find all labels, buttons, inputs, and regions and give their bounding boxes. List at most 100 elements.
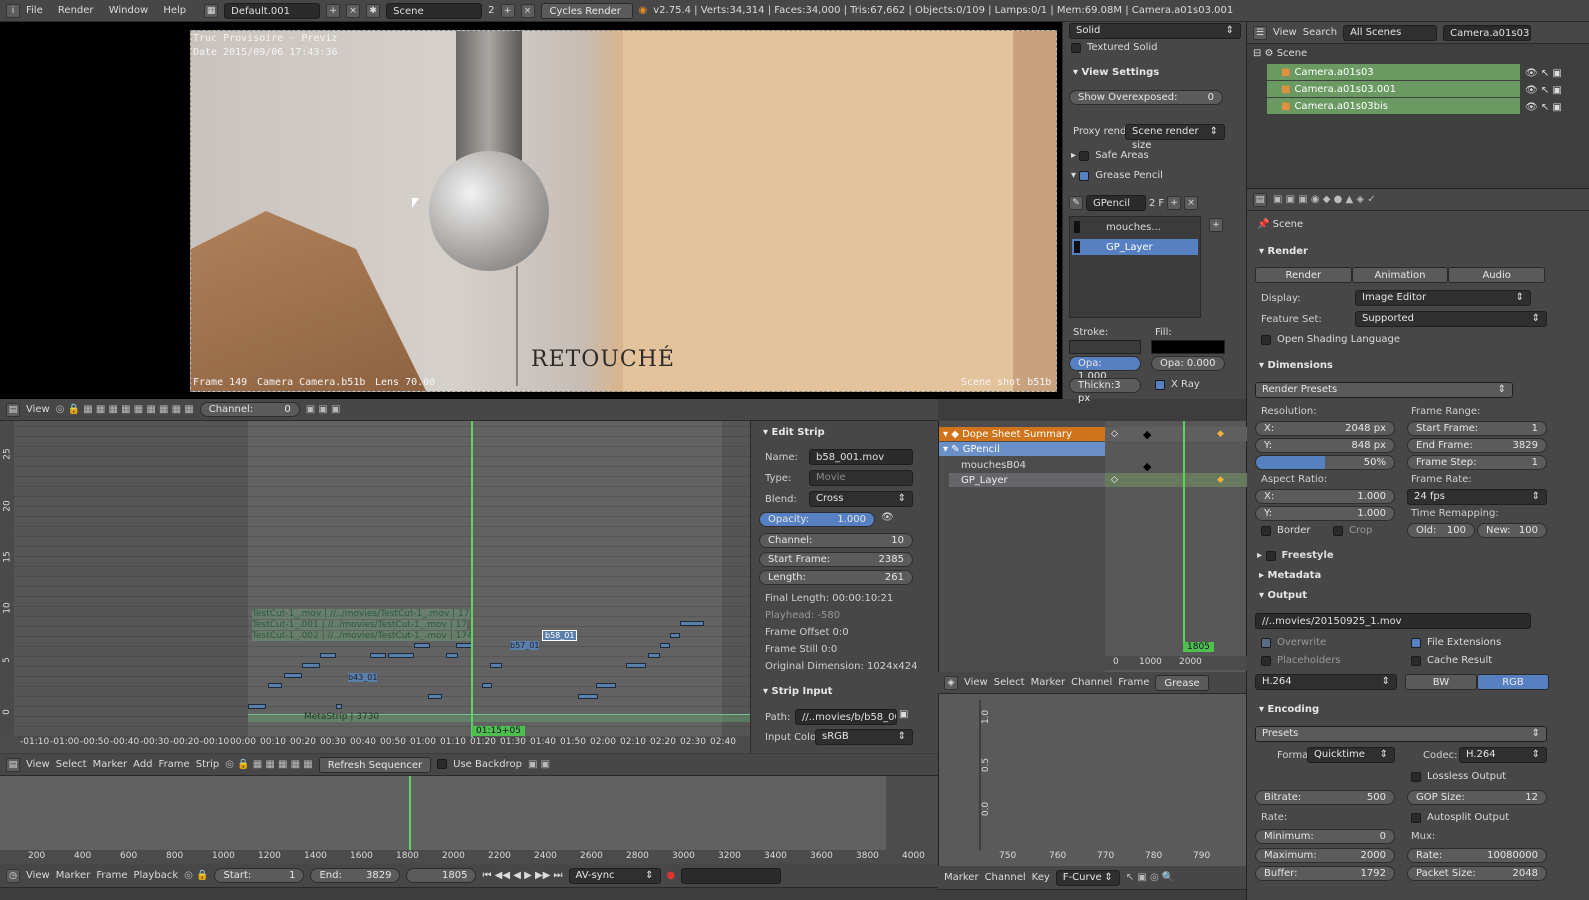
shading-select[interactable]: Solid ⇕ (1069, 23, 1241, 39)
layout-field[interactable]: Default.001 (224, 2, 321, 19)
current-time-badge[interactable]: 01:15+05 (472, 726, 525, 736)
seq-strip[interactable] (446, 653, 458, 658)
rate-min-field[interactable]: Minimum: 0 (1255, 829, 1395, 844)
outliner-item[interactable]: ■ Camera.a01s03.001 (1267, 81, 1520, 97)
file-extensions-toggle[interactable]: File Extensions (1411, 637, 1501, 648)
menu-window[interactable]: Window (109, 5, 148, 16)
add-gpencil-icon[interactable]: + (1167, 196, 1182, 210)
end-frame-field[interactable]: End Frame: 3829 (1407, 438, 1547, 453)
border-toggle[interactable]: Border (1261, 525, 1311, 536)
refresh-sequencer-button[interactable]: Refresh Sequencer (318, 756, 432, 773)
keyframe-icon[interactable]: ◆ (1217, 475, 1224, 485)
gop-size-field[interactable]: GOP Size: 12 (1407, 790, 1547, 805)
seq-strip[interactable] (578, 694, 598, 699)
strip-path-field[interactable]: //..movies/b/b58_00... (795, 709, 897, 725)
seq-strip[interactable] (370, 653, 386, 658)
gpencil-name[interactable]: GPencil (1086, 195, 1146, 211)
seq-strip[interactable] (660, 643, 670, 648)
placeholders-toggle[interactable]: Placeholders (1261, 655, 1341, 666)
dope-mode-select[interactable]: Grease (1155, 674, 1209, 691)
safe-areas-header[interactable]: ▸ Safe Areas (1071, 150, 1149, 161)
bitrate-field[interactable]: Bitrate: 500 (1255, 790, 1395, 805)
menu-file[interactable]: File (26, 5, 43, 16)
editor-type-icon[interactable]: ◷ (6, 868, 20, 883)
seq-strip[interactable] (284, 673, 302, 678)
menu-frame[interactable]: Frame (1118, 677, 1149, 688)
gp-layer-controls[interactable]: + (1209, 218, 1223, 232)
osl-toggle[interactable]: Open Shading Language (1261, 334, 1400, 345)
keyframe-icon[interactable]: ◇ (1111, 475, 1118, 485)
outliner-menu-search[interactable]: Search (1303, 27, 1337, 38)
seq-strip[interactable] (302, 663, 320, 668)
editor-type-icon[interactable]: ☰ (1253, 25, 1267, 40)
keyframe-icon[interactable]: ◇ (1111, 429, 1118, 439)
menu-marker[interactable]: Marker (944, 872, 979, 883)
mux-rate-field[interactable]: Rate: 10080000 (1407, 848, 1547, 863)
show-overexposed-field[interactable]: Show Overexposed: 0 (1069, 90, 1223, 105)
scene-field[interactable]: Scene (386, 2, 483, 19)
crop-toggle[interactable]: Crop (1333, 525, 1372, 536)
stroke-color[interactable] (1069, 340, 1141, 354)
audio-button[interactable]: Audio (1448, 267, 1546, 283)
seq-strip[interactable] (336, 704, 342, 709)
remove-layout-icon[interactable]: × (346, 3, 361, 18)
menu-playback[interactable]: Playback (133, 870, 178, 881)
menu-strip[interactable]: Strip (196, 759, 220, 770)
menu-select[interactable]: Select (56, 759, 87, 770)
encoding-presets-select[interactable]: Presets ⇕ (1255, 726, 1547, 742)
remove-scene-icon[interactable]: × (520, 3, 535, 18)
menu-render[interactable]: Render (58, 5, 94, 16)
seq-strip[interactable] (670, 633, 680, 638)
gp-layer-item-active[interactable]: GP_Layer (1072, 239, 1198, 255)
proxy-select[interactable]: Scene render size ⇕ (1125, 124, 1225, 151)
end-field[interactable]: End: 3829 (310, 868, 401, 883)
keyframe-icon[interactable]: ◆ (1143, 428, 1151, 441)
dimensions-header[interactable]: ▾ Dimensions (1253, 357, 1339, 374)
sequencer-timeline[interactable]: 25 20 15 10 5 0 TestCut-1_.mov | //../mo… (0, 421, 750, 753)
feature-set-select[interactable]: Supported ⇕ (1355, 311, 1547, 327)
animation-button[interactable]: Animation (1351, 267, 1449, 283)
seq-strip[interactable] (320, 653, 336, 658)
seq-strip[interactable] (388, 653, 414, 658)
render-engine-select[interactable]: Cycles Render (540, 2, 633, 19)
menu-view[interactable]: View (26, 870, 50, 881)
freestyle-header[interactable]: ▸ Freestyle (1257, 550, 1334, 561)
menu-key[interactable]: Key (1032, 872, 1050, 883)
outliner-menu-view[interactable]: View (1273, 27, 1297, 38)
preview-range-icons[interactable]: ◎ 🔒 (184, 870, 208, 881)
thickness-field[interactable]: Thickn:3 px (1069, 378, 1141, 404)
add-scene-icon[interactable]: + (500, 3, 515, 18)
seq-strip[interactable] (248, 704, 266, 709)
gpencil-fake-user[interactable]: F (1158, 198, 1164, 209)
playback-controls[interactable]: ⏮ ◀◀ ◀ ▶ ▶▶ ⏭ (482, 870, 562, 881)
menu-marker[interactable]: Marker (1031, 677, 1066, 688)
graph-editor[interactable]: 1.0 0.5 0.0 750 760 770 780 790 (938, 694, 1246, 866)
seq-strip[interactable] (680, 621, 704, 626)
seq-strip[interactable] (482, 683, 492, 688)
seq-strip[interactable] (596, 683, 616, 688)
unlink-gpencil-icon[interactable]: × (1184, 196, 1199, 210)
menu-marker[interactable]: Marker (56, 870, 91, 881)
buffer-field[interactable]: Buffer: 1792 (1255, 866, 1395, 881)
keyframe-icon[interactable]: ◆ (1217, 429, 1224, 439)
graph-mode-select[interactable]: F-Curve ⇕ (1055, 869, 1120, 886)
visibility-icons[interactable]: 👁 ↖ ▣ 👁 ↖ ▣ 👁 ↖ ▣ (1525, 65, 1562, 116)
gpencil-datablock[interactable]: ✎ GPencil 2 F + × (1069, 194, 1235, 212)
seq-strip[interactable] (414, 643, 430, 648)
start-frame-field[interactable]: Start Frame: 1 (1407, 421, 1547, 436)
autosplit-toggle[interactable]: Autosplit Output (1411, 812, 1509, 823)
current-frame-field[interactable]: 1805 (406, 868, 477, 883)
dope-summary-row[interactable]: ▾ ◆ Dope Sheet Summary (939, 427, 1105, 441)
overwrite-toggle[interactable]: Overwrite (1261, 637, 1326, 648)
codec-select[interactable]: H.264 ⇕ (1459, 747, 1547, 763)
outliner-scene-row[interactable]: ⊟ ⚙ Scene (1253, 48, 1307, 59)
mini-timeline[interactable]: 200 400 600 800 1000 1200 1400 1600 1800 2000 2200… (0, 776, 938, 864)
editor-type-icon[interactable]: ▤ (1253, 192, 1267, 207)
add-layer-icon[interactable]: + (1209, 218, 1223, 232)
menu-add[interactable]: Add (133, 759, 152, 770)
res-y-field[interactable]: Y: 848 px (1255, 438, 1395, 453)
fill-color[interactable] (1151, 340, 1225, 354)
lossless-toggle[interactable]: Lossless Output (1411, 771, 1506, 782)
keyframe-icon[interactable]: ◆ (1143, 460, 1151, 473)
graph-tool-icons[interactable]: ↖ ▣ ◎ 🔍 (1126, 872, 1175, 883)
